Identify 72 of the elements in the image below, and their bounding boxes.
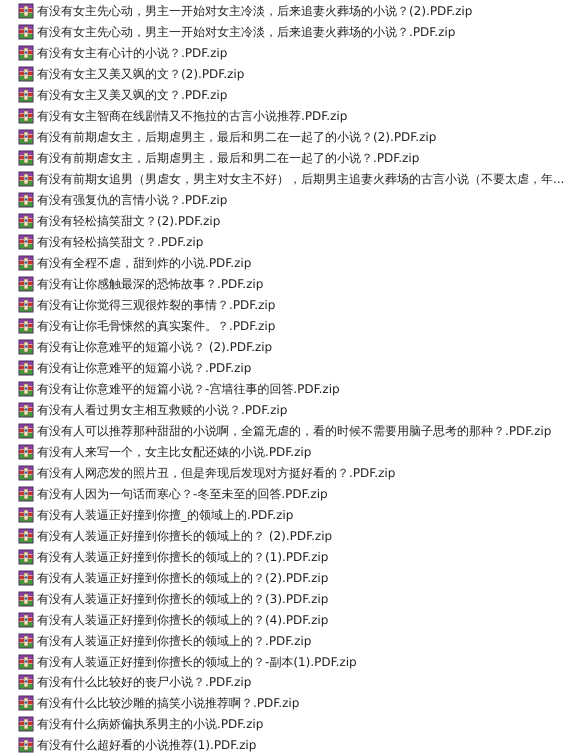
archive-icon: [18, 150, 34, 166]
archive-icon: [18, 402, 34, 418]
file-name[interactable]: 有没有人装逼正好撞到你擅长的领域上的？.PDF.zip: [37, 632, 312, 649]
file-name[interactable]: 有没有全程不虐，甜到炸的小说.PDF.zip: [37, 255, 252, 272]
archive-icon: [18, 24, 34, 40]
archive-icon: [18, 45, 34, 62]
archive-icon: [18, 297, 34, 314]
file-name[interactable]: 有没有人装逼正好撞到你擅_的领域上的.PDF.zip: [37, 506, 294, 523]
archive-icon: [18, 528, 34, 544]
archive-icon: [18, 612, 34, 628]
file-name[interactable]: 有没有人来写一个，女主比女配还婊的小说.PDF.zip: [37, 444, 312, 460]
file-name[interactable]: 有没有人网恋发的照片丑，但是奔现后发现对方挺好看的？.PDF.zip: [37, 464, 396, 481]
file-name[interactable]: 有没有什么比较好的丧尸小说？.PDF.zip: [37, 674, 252, 690]
file-name[interactable]: 有没有强复仇的言情小说？.PDF.zip: [37, 192, 228, 208]
archive-icon: [18, 276, 34, 292]
file-name[interactable]: 有没有人装逼正好撞到你擅长的领域上的？-副本(1).PDF.zip: [37, 654, 357, 670]
file-name[interactable]: 有没有什么超好看的小说推荐(1).PDF.zip: [37, 737, 256, 754]
archive-icon: [18, 506, 34, 523]
file-name[interactable]: 有没有前期虐女主，后期虐男主，最后和男二在一起了的小说？.PDF.zip: [37, 150, 420, 166]
file-name[interactable]: 有没有人装逼正好撞到你擅长的领域上的？(4).PDF.zip: [37, 612, 328, 628]
file-name[interactable]: 有没有让你觉得三观很炸裂的事情？.PDF.zip: [37, 297, 276, 314]
file-name[interactable]: 有没有让你感触最深的恐怖故事？.PDF.zip: [37, 276, 264, 292]
file-name[interactable]: 有没有什么病娇偏执系男主的小说.PDF.zip: [37, 716, 264, 732]
archive-icon: [18, 548, 34, 565]
file-name[interactable]: 有没有轻松搞笑甜文？.PDF.zip: [37, 234, 204, 250]
archive-icon: [18, 422, 34, 439]
archive-icon: [18, 108, 34, 124]
archive-icon: [18, 590, 34, 607]
file-name[interactable]: 有没有让你意难平的短篇小说？-宫墙往事的回答.PDF.zip: [37, 380, 340, 397]
file-name[interactable]: 有没有人装逼正好撞到你擅长的领域上的？ (2).PDF.zip: [37, 528, 332, 544]
archive-icon: [18, 570, 34, 586]
archive-icon: [18, 171, 34, 188]
file-name[interactable]: 有没有女主有心计的小说？.PDF.zip: [37, 45, 228, 62]
file-name[interactable]: 有没有人装逼正好撞到你擅长的领域上的？(1).PDF.zip: [37, 548, 328, 565]
archive-icon: [18, 3, 34, 20]
archive-icon: [18, 444, 34, 460]
archive-icon: [18, 654, 34, 670]
archive-icon: [18, 464, 34, 481]
file-name[interactable]: 有没有人可以推荐那种甜甜的小说啊，全篇无虐的，看的时候不需要用脑子思考的那种？.PDF.zip: [37, 422, 552, 439]
archive-icon: [18, 192, 34, 208]
archive-icon: [18, 360, 34, 376]
file-name[interactable]: 有没有女主又美又飒的文？.PDF.zip: [37, 87, 228, 104]
file-name[interactable]: 有没有女主又美又飒的文？(2).PDF.zip: [37, 66, 244, 82]
file-name[interactable]: 有没有人装逼正好撞到你擅长的领域上的？(3).PDF.zip: [37, 590, 328, 607]
file-name[interactable]: 有没有让你毛骨悚然的真实案件。？.PDF.zip: [37, 318, 276, 334]
file-name[interactable]: 有没有人装逼正好撞到你擅长的领域上的？(2).PDF.zip: [37, 570, 328, 586]
file-name[interactable]: 有没有让你意难平的短篇小说？ (2).PDF.zip: [37, 338, 272, 355]
archive-icon: [18, 632, 34, 649]
archive-icon: [18, 737, 34, 754]
archive-icon: [18, 674, 34, 690]
archive-icon: [18, 234, 34, 250]
file-name[interactable]: 有没有什么比较沙雕的搞笑小说推荐啊？.PDF.zip: [37, 695, 300, 712]
file-name[interactable]: 有没有前期女追男（男虐女，男主对女主不好），后期男主追妻火葬场的古言小说（不要太虐，年...: [37, 171, 564, 188]
archive-icon: [18, 695, 34, 712]
archive-icon: [18, 318, 34, 334]
archive-icon: [18, 380, 34, 397]
archive-icon: [18, 338, 34, 355]
archive-icon: [18, 716, 34, 732]
file-name[interactable]: 有没有前期虐女主，后期虐男主，最后和男二在一起了的小说？(2).PDF.zip: [37, 129, 436, 146]
file-name[interactable]: 有没有让你意难平的短篇小说？.PDF.zip: [37, 360, 252, 376]
file-name[interactable]: 有没有人看过男女主相互救赎的小说？.PDF.zip: [37, 402, 288, 418]
file-name[interactable]: 有没有女主先心动，男主一开始对女主冷淡，后来追妻火葬场的小说？(2).PDF.zip: [37, 3, 472, 20]
archive-icon: [18, 255, 34, 272]
file-name[interactable]: 有没有女主智商在线剧情又不拖拉的古言小说推荐.PDF.zip: [37, 108, 348, 124]
archive-icon: [18, 87, 34, 104]
archive-icon: [18, 66, 34, 82]
archive-icon: [18, 486, 34, 502]
archive-icon: [18, 213, 34, 230]
file-name[interactable]: 有没有女主先心动，男主一开始对女主冷淡，后来追妻火葬场的小说？.PDF.zip: [37, 24, 456, 40]
file-name[interactable]: 有没有轻松搞笑甜文？(2).PDF.zip: [37, 213, 220, 230]
file-name[interactable]: 有没有人因为一句话而寒心？-冬至未至的回答.PDF.zip: [37, 486, 328, 502]
archive-icon: [18, 129, 34, 146]
